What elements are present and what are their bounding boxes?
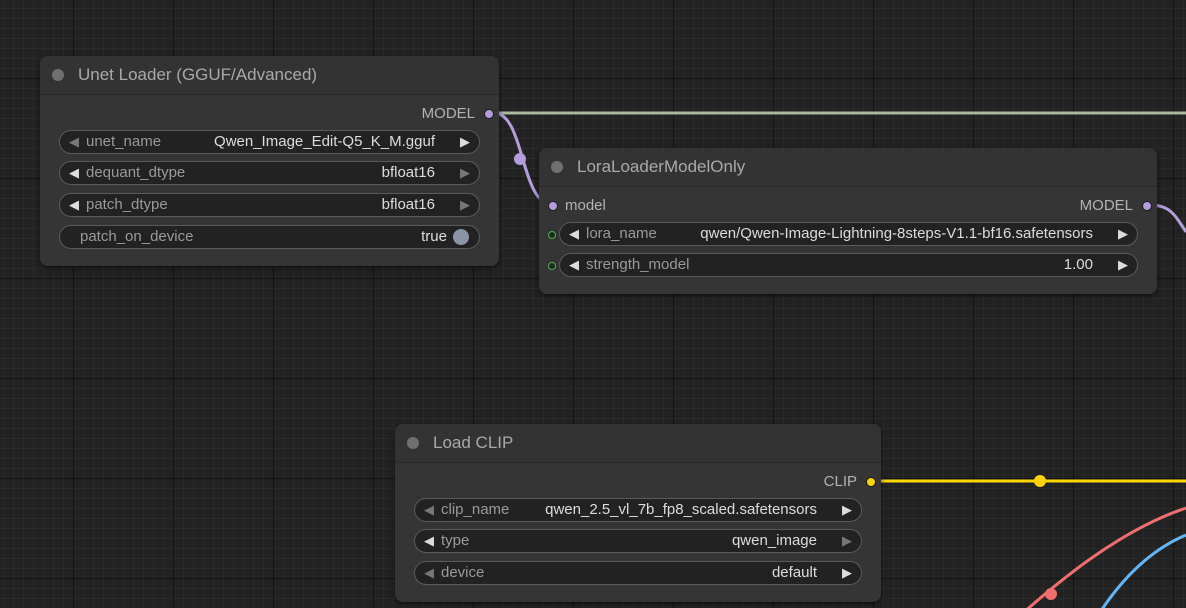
node-title-bar[interactable]: LoraLoaderModelOnly	[539, 148, 1157, 187]
arrow-left-icon[interactable]: ◀	[65, 162, 83, 184]
widget-input-slot-lora-name[interactable]	[548, 231, 556, 239]
widget-name: dequant_dtype	[86, 164, 186, 181]
red-link-midpoint[interactable]	[1045, 588, 1057, 600]
arrow-right-icon[interactable]: ▶	[456, 162, 474, 184]
output-label: CLIP	[823, 473, 857, 490]
widget-value: qwen_image	[731, 532, 817, 549]
widget-dequant-dtype[interactable]: ◀ dequant_dtype bfloat16 ▶	[59, 161, 480, 185]
node-title: Load CLIP	[433, 433, 514, 452]
node-title: LoraLoaderModelOnly	[577, 157, 746, 176]
widget-value: Qwen_Image_Edit-Q5_K_M.gguf	[214, 133, 435, 150]
widget-name: type	[441, 532, 470, 549]
output-slot-clip[interactable]	[866, 477, 876, 487]
widget-value: default	[771, 564, 817, 581]
widget-lora-name[interactable]: ◀ lora_name qwen/Qwen-Image-Lightning-8s…	[559, 222, 1138, 246]
arrow-left-icon[interactable]: ◀	[565, 254, 583, 276]
node-unet-loader[interactable]: Unet Loader (GGUF/Advanced) MODEL ◀ unet…	[40, 56, 499, 266]
node-load-clip[interactable]: Load CLIP CLIP ◀ clip_name qwen_2.5_vl_7…	[395, 424, 881, 602]
red-link	[1026, 506, 1186, 608]
widget-patch-on-device[interactable]: patch_on_device true	[59, 225, 480, 249]
input-slot-model[interactable]	[548, 201, 558, 211]
node-lora-loader[interactable]: LoraLoaderModelOnly model MODEL ◀ lora_n…	[539, 148, 1157, 294]
output-label: MODEL	[1079, 197, 1133, 214]
collapse-dot-icon[interactable]	[551, 161, 563, 173]
node-title: Unet Loader (GGUF/Advanced)	[78, 65, 318, 84]
arrow-right-icon[interactable]: ▶	[838, 499, 856, 521]
widget-input-slot-strength-model[interactable]	[548, 262, 556, 270]
widget-clip-name[interactable]: ◀ clip_name qwen_2.5_vl_7b_fp8_scaled.sa…	[414, 498, 862, 522]
arrow-right-icon[interactable]: ▶	[1114, 254, 1132, 276]
widget-name: patch_on_device	[80, 228, 194, 245]
output-slot-model[interactable]	[1142, 201, 1152, 211]
clip-link-midpoint[interactable]	[1034, 475, 1046, 487]
arrow-right-icon[interactable]: ▶	[838, 562, 856, 584]
widget-patch-dtype[interactable]: ◀ patch_dtype bfloat16 ▶	[59, 193, 480, 217]
arrow-left-icon[interactable]: ◀	[420, 562, 438, 584]
widget-value: qwen/Qwen-Image-Lightning-8steps-V1.1-bf…	[700, 225, 1093, 242]
arrow-right-icon[interactable]: ▶	[456, 131, 474, 153]
widget-name: device	[441, 564, 485, 581]
widget-device[interactable]: ◀ device default ▶	[414, 561, 862, 585]
output-label: MODEL	[421, 105, 475, 122]
widget-name: lora_name	[586, 225, 657, 242]
node-title-bar[interactable]: Load CLIP	[395, 424, 881, 463]
arrow-right-icon[interactable]: ▶	[838, 530, 856, 552]
widget-name: unet_name	[86, 133, 162, 150]
widget-value: 1.00	[1063, 256, 1093, 273]
arrow-left-icon[interactable]: ◀	[420, 530, 438, 552]
widget-value: bfloat16	[381, 196, 435, 213]
arrow-left-icon[interactable]: ◀	[65, 194, 83, 216]
output-slot-row: MODEL	[299, 104, 499, 124]
output-slot-model[interactable]	[484, 109, 494, 119]
node-graph-canvas[interactable]: Unet Loader (GGUF/Advanced) MODEL ◀ unet…	[0, 0, 1186, 608]
widget-type[interactable]: ◀ type qwen_image ▶	[414, 529, 862, 553]
widget-name: patch_dtype	[86, 196, 168, 213]
output-slot-row: CLIP	[681, 472, 881, 492]
arrow-right-icon[interactable]: ▶	[456, 194, 474, 216]
arrow-right-icon[interactable]: ▶	[1114, 223, 1132, 245]
toggle-icon[interactable]	[453, 229, 469, 245]
widget-value: qwen_2.5_vl_7b_fp8_scaled.safetensors	[545, 501, 817, 518]
widget-name: clip_name	[441, 501, 510, 518]
widget-unet-name[interactable]: ◀ unet_name Qwen_Image_Edit-Q5_K_M.gguf …	[59, 130, 480, 154]
input-slot-row: model	[539, 196, 739, 216]
output-slot-row: MODEL	[957, 196, 1157, 216]
widget-value: bfloat16	[381, 164, 435, 181]
node-title-bar[interactable]: Unet Loader (GGUF/Advanced)	[40, 56, 499, 95]
collapse-dot-icon[interactable]	[52, 69, 64, 81]
arrow-left-icon[interactable]: ◀	[65, 131, 83, 153]
widget-name: strength_model	[586, 256, 690, 273]
input-label: model	[565, 197, 606, 214]
collapse-dot-icon[interactable]	[407, 437, 419, 449]
widget-value: true	[421, 228, 447, 245]
arrow-left-icon[interactable]: ◀	[565, 223, 583, 245]
blue-link	[1101, 533, 1186, 608]
model-link-midpoint[interactable]	[514, 153, 526, 165]
widget-strength-model[interactable]: ◀ strength_model 1.00 ▶	[559, 253, 1138, 277]
arrow-left-icon[interactable]: ◀	[420, 499, 438, 521]
